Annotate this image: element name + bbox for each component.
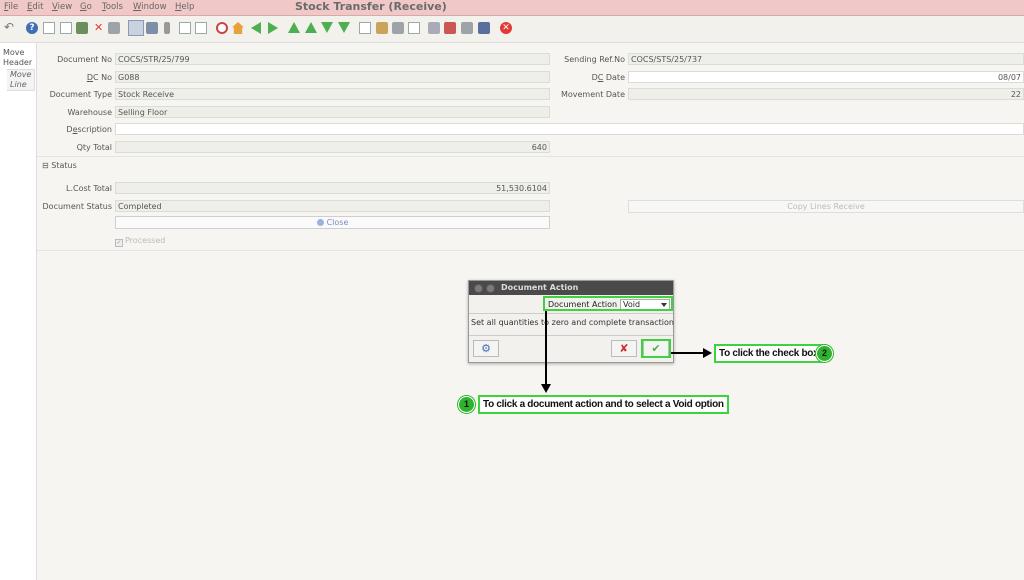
zoom-across-icon[interactable] bbox=[428, 22, 440, 34]
product-info-icon[interactable] bbox=[461, 22, 473, 34]
print-preview-icon[interactable] bbox=[408, 22, 420, 34]
document-status-field[interactable]: Completed bbox=[115, 200, 550, 212]
left-nav: Move Header Move Line bbox=[0, 43, 37, 580]
dialog-close-icon[interactable] bbox=[474, 284, 483, 293]
detail-record-icon[interactable] bbox=[268, 22, 278, 34]
window-title: Stock Transfer (Receive) bbox=[295, 0, 447, 13]
document-status-label: Document Status bbox=[42, 202, 112, 211]
menu-file[interactable]: File bbox=[4, 2, 18, 12]
close-document-button[interactable]: Close bbox=[115, 216, 550, 229]
processed-label: Processed bbox=[125, 236, 166, 245]
menu-tools[interactable]: Tools bbox=[102, 2, 123, 12]
previous-record-icon[interactable] bbox=[305, 22, 317, 33]
annotation-step-2: To click the check box bbox=[714, 344, 824, 363]
close-icon bbox=[316, 219, 324, 226]
movement-date-field[interactable]: 22 bbox=[628, 88, 1024, 100]
annotation-arrow-line bbox=[671, 352, 703, 354]
close-button-label: Close bbox=[326, 218, 349, 227]
nav-move-line[interactable]: Move Line bbox=[7, 69, 35, 91]
dc-no-label: DC No bbox=[86, 73, 112, 82]
menu-go[interactable]: Go bbox=[80, 2, 92, 12]
dialog-separator bbox=[469, 313, 673, 314]
document-no-field[interactable]: COCS/STR/25/799 bbox=[115, 53, 550, 65]
toolbar: ↶ ? ✕ ✕ bbox=[0, 16, 1024, 43]
dc-date-label: DC Date bbox=[591, 73, 625, 82]
copy-record-icon[interactable] bbox=[60, 22, 72, 34]
status-section-title: Status bbox=[51, 161, 77, 170]
annotation-step-1-badge: 1 bbox=[458, 396, 475, 413]
dialog-separator bbox=[469, 335, 673, 336]
sending-ref-no-field[interactable]: COCS/STS/25/737 bbox=[628, 53, 1024, 65]
first-record-icon[interactable] bbox=[288, 22, 300, 33]
cancel-x-icon: ✘ bbox=[619, 342, 629, 355]
active-workflows-icon[interactable] bbox=[444, 22, 456, 34]
home-icon[interactable] bbox=[232, 22, 244, 34]
menu-edit[interactable]: Edit bbox=[27, 2, 43, 12]
print-icon[interactable] bbox=[392, 22, 404, 34]
find-icon[interactable] bbox=[128, 20, 144, 36]
annotation-step-2-badge: 2 bbox=[816, 345, 833, 362]
chat-icon[interactable] bbox=[179, 22, 191, 34]
dc-no-field[interactable]: G088 bbox=[115, 71, 550, 83]
archive-icon[interactable] bbox=[376, 22, 388, 34]
movement-date-label: Movement Date bbox=[560, 90, 625, 99]
gear-icon: ⚙ bbox=[481, 342, 491, 355]
document-no-label: Document No bbox=[57, 55, 112, 64]
qty-total-field[interactable]: 640 bbox=[115, 141, 550, 153]
dialog-titlebar: Document Action bbox=[469, 281, 673, 295]
dc-date-field[interactable]: 08/07 bbox=[628, 71, 1024, 83]
document-type-label: Document Type bbox=[49, 90, 112, 99]
description-label: Description bbox=[66, 125, 112, 134]
dialog-title: Document Action bbox=[501, 283, 579, 292]
delete-icon[interactable]: ✕ bbox=[94, 21, 106, 34]
dialog-cancel-button[interactable]: ✘ bbox=[611, 340, 637, 357]
l-cost-total-field[interactable]: 51,530.6104 bbox=[115, 182, 550, 194]
processed-checkbox[interactable]: ✓ Processed bbox=[115, 236, 165, 247]
annotation-arrowhead bbox=[541, 384, 551, 393]
dialog-minimize-icon[interactable] bbox=[486, 284, 495, 293]
status-section-header[interactable]: ⊟ Status bbox=[42, 161, 77, 170]
highlight-document-action bbox=[543, 296, 673, 311]
menu-help[interactable]: Help bbox=[175, 2, 194, 12]
help-icon[interactable]: ? bbox=[26, 22, 38, 34]
qty-total-label: Qty Total bbox=[76, 143, 112, 152]
document-action-description: Set all quantities to zero and complete … bbox=[471, 318, 674, 327]
undo-icon[interactable]: ↶ bbox=[4, 20, 18, 34]
dialog-settings-button[interactable]: ⚙ bbox=[473, 340, 499, 357]
request-icon[interactable] bbox=[478, 22, 490, 34]
menu-bar: File Edit View Go Tools Window Help Stoc… bbox=[0, 0, 1024, 16]
l-cost-total-label: L.Cost Total bbox=[65, 184, 112, 193]
last-record-icon[interactable] bbox=[338, 22, 350, 33]
description-field[interactable] bbox=[115, 123, 1024, 135]
warehouse-field[interactable]: Selling Floor bbox=[115, 106, 550, 118]
zoom-icon[interactable] bbox=[146, 22, 158, 34]
new-record-icon[interactable] bbox=[43, 22, 55, 34]
warehouse-label: Warehouse bbox=[67, 108, 112, 117]
annotation-step-1: To click a document action and to select… bbox=[478, 395, 729, 414]
document-type-field[interactable]: Stock Receive bbox=[115, 88, 550, 100]
copy-lines-receive-button[interactable]: Copy Lines Receive bbox=[628, 200, 1024, 213]
history-icon[interactable] bbox=[216, 22, 228, 34]
divider bbox=[37, 250, 1024, 251]
highlight-ok-button bbox=[641, 339, 671, 358]
annotation-arrow-line bbox=[545, 311, 547, 385]
menu-window[interactable]: Window bbox=[133, 2, 167, 12]
nav-move-header[interactable]: Move Header bbox=[3, 48, 35, 68]
divider bbox=[37, 156, 1024, 157]
refresh-icon[interactable] bbox=[108, 22, 120, 34]
menu-view[interactable]: View bbox=[52, 2, 72, 12]
checkbox-icon: ✓ bbox=[115, 239, 123, 247]
sending-ref-no-label: Sending Ref.No bbox=[564, 55, 625, 64]
grid-toggle-icon[interactable] bbox=[195, 22, 207, 34]
attachment-icon[interactable] bbox=[164, 22, 170, 34]
close-window-icon[interactable]: ✕ bbox=[500, 22, 512, 34]
report-icon[interactable] bbox=[359, 22, 371, 34]
next-record-icon[interactable] bbox=[321, 22, 333, 33]
annotation-arrowhead bbox=[703, 348, 712, 358]
collapse-icon[interactable]: ⊟ bbox=[42, 161, 49, 170]
save-icon[interactable] bbox=[76, 22, 88, 34]
parent-record-icon[interactable] bbox=[251, 22, 261, 34]
